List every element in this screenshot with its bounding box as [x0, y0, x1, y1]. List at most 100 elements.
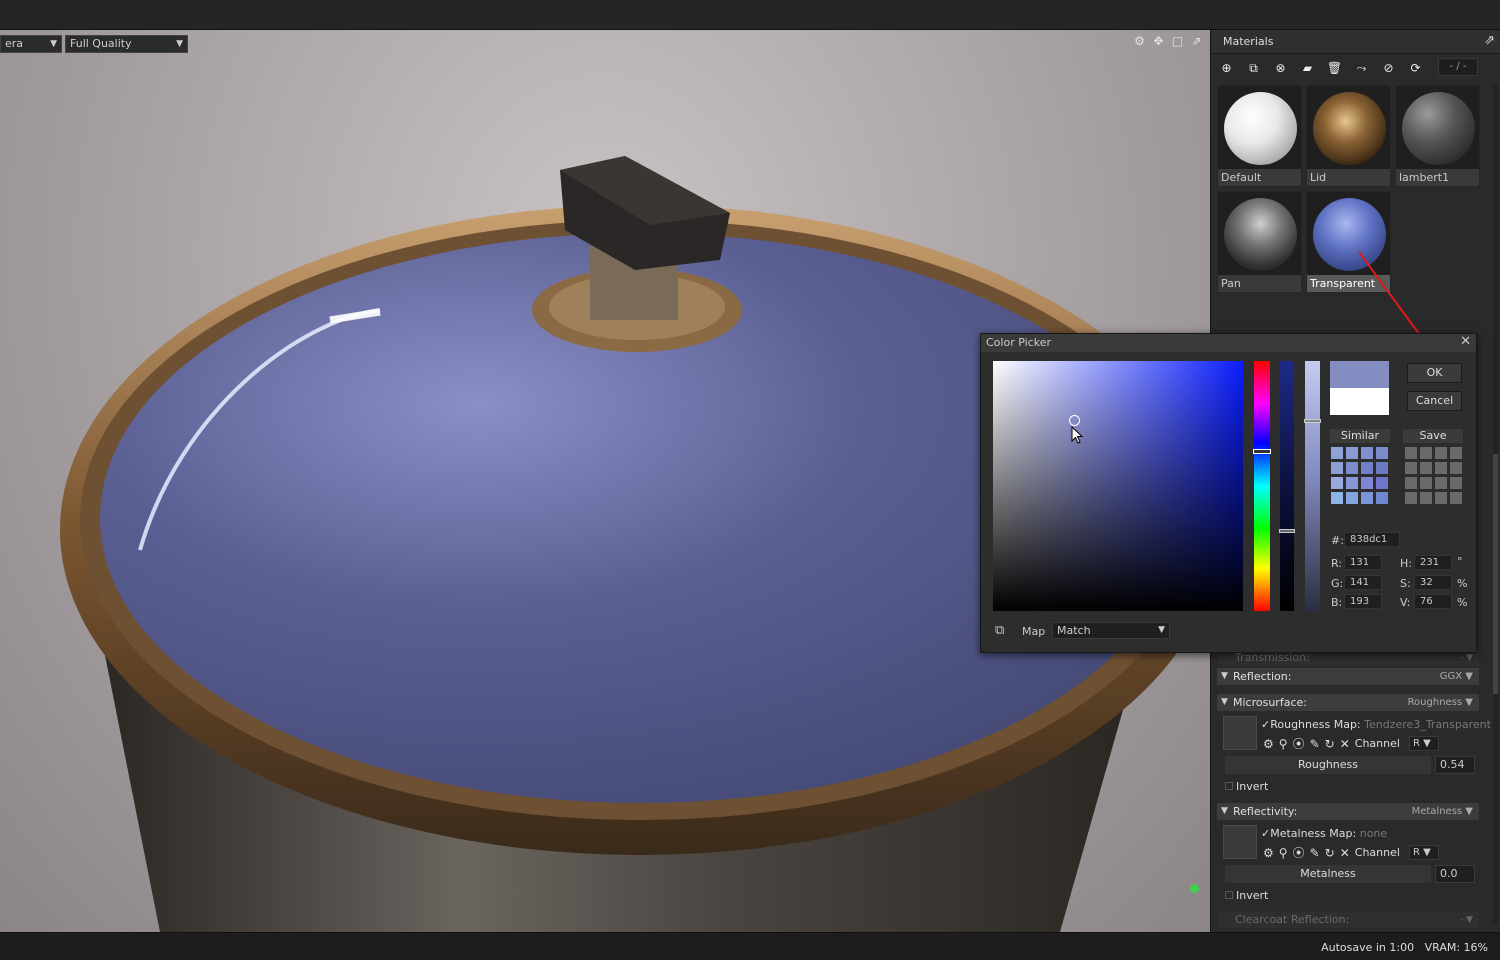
- search-icon[interactable]: ⚲: [1279, 846, 1288, 860]
- cancel-button[interactable]: Cancel: [1407, 391, 1462, 411]
- microsurface-section[interactable]: ▼ Microsurface: Roughness ▼: [1217, 694, 1479, 711]
- color-slider-handle[interactable]: [1279, 529, 1295, 533]
- similar-swatch[interactable]: [1331, 447, 1343, 459]
- material-thumb-transparent[interactable]: Transparent: [1306, 191, 1391, 293]
- saved-swatch[interactable]: [1450, 492, 1462, 504]
- search-icon[interactable]: ⚲: [1279, 737, 1288, 751]
- saved-swatch[interactable]: [1450, 447, 1462, 459]
- r-input[interactable]: 131: [1344, 555, 1382, 570]
- color-picker-dialog[interactable]: Color Picker ✕ OK Cancel Similar Save #:…: [980, 333, 1477, 653]
- material-thumb-pan[interactable]: Pan: [1217, 191, 1302, 293]
- similar-swatch[interactable]: [1361, 477, 1373, 489]
- close-icon[interactable]: ✕: [1460, 334, 1471, 349]
- gear-icon[interactable]: ⚙: [1263, 737, 1274, 751]
- dialog-titlebar[interactable]: Color Picker ✕: [981, 334, 1476, 352]
- hue-slider-handle[interactable]: [1253, 449, 1271, 454]
- map-picker-icon[interactable]: ⧉: [995, 623, 1004, 638]
- check-icon[interactable]: ⊘: [1379, 59, 1398, 78]
- similar-swatch[interactable]: [1346, 477, 1358, 489]
- roughness-invert[interactable]: Invert: [1225, 780, 1268, 793]
- add-material-icon[interactable]: ⊕: [1217, 59, 1236, 78]
- gear-icon[interactable]: ⚙: [1263, 846, 1274, 860]
- pencil-icon[interactable]: ✎: [1310, 846, 1320, 860]
- similar-swatch[interactable]: [1361, 447, 1373, 459]
- close-icon[interactable]: ✕: [1340, 846, 1350, 860]
- checkbox[interactable]: [1225, 782, 1233, 790]
- similar-swatch[interactable]: [1376, 462, 1388, 474]
- clearcoat-row[interactable]: Clearcoat Reflection: - ▼: [1219, 912, 1479, 928]
- saved-swatch[interactable]: [1420, 492, 1432, 504]
- saved-swatch[interactable]: [1435, 447, 1447, 459]
- h-input[interactable]: 231: [1414, 555, 1452, 570]
- saturation-value-field[interactable]: [993, 361, 1243, 611]
- s-input[interactable]: 32: [1414, 575, 1452, 590]
- similar-swatch[interactable]: [1346, 447, 1358, 459]
- similar-swatch[interactable]: [1331, 492, 1343, 504]
- ok-button[interactable]: OK: [1407, 363, 1462, 383]
- save-button[interactable]: Save: [1403, 429, 1463, 443]
- hue-slider[interactable]: [1254, 361, 1270, 611]
- saved-swatch[interactable]: [1420, 447, 1432, 459]
- sv-picker-handle[interactable]: [1069, 415, 1080, 426]
- material-thumb-default[interactable]: Default: [1217, 85, 1302, 187]
- panel-scrollbar[interactable]: [1493, 84, 1498, 924]
- popout-icon[interactable]: ⇗: [1189, 34, 1204, 49]
- scrollbar-thumb[interactable]: [1493, 454, 1498, 694]
- saved-swatch[interactable]: [1450, 462, 1462, 474]
- saved-swatch[interactable]: [1405, 492, 1417, 504]
- v-input[interactable]: 76: [1414, 594, 1452, 609]
- metalness-slider[interactable]: Metalness: [1225, 865, 1431, 883]
- similar-swatch[interactable]: [1346, 492, 1358, 504]
- channel-select[interactable]: R ▼: [1408, 736, 1439, 751]
- quality-select[interactable]: Full Quality ▼: [65, 35, 188, 53]
- similar-swatch[interactable]: [1361, 492, 1373, 504]
- metalness-invert[interactable]: Invert: [1225, 889, 1268, 902]
- map-select[interactable]: Match ▼: [1052, 622, 1170, 639]
- camera-select[interactable]: era ▼: [0, 35, 62, 53]
- reload-icon[interactable]: ↻: [1325, 846, 1335, 860]
- roughness-map-swatch[interactable]: [1223, 716, 1257, 750]
- similar-swatch[interactable]: [1346, 462, 1358, 474]
- value-slider[interactable]: [1305, 361, 1320, 611]
- hex-input[interactable]: 838dc1: [1344, 532, 1400, 547]
- folder-icon[interactable]: ▰: [1298, 59, 1317, 78]
- roughness-value[interactable]: 0.54: [1435, 756, 1475, 774]
- pencil-icon[interactable]: ✎: [1310, 737, 1320, 751]
- value-slider-handle[interactable]: [1304, 419, 1321, 423]
- page-field[interactable]: - / -: [1438, 58, 1478, 76]
- select-icon[interactable]: ⤳: [1352, 59, 1371, 78]
- saved-swatch[interactable]: [1405, 462, 1417, 474]
- similar-swatch[interactable]: [1376, 447, 1388, 459]
- roughness-slider[interactable]: Roughness: [1225, 756, 1431, 774]
- saved-swatch[interactable]: [1450, 477, 1462, 489]
- g-input[interactable]: 141: [1344, 575, 1382, 590]
- saved-swatch[interactable]: [1435, 492, 1447, 504]
- checkbox[interactable]: [1225, 891, 1233, 899]
- merge-icon[interactable]: ⊗: [1271, 59, 1290, 78]
- popout-icon[interactable]: ⇗: [1484, 33, 1495, 48]
- metalness-map-swatch[interactable]: [1223, 825, 1257, 859]
- similar-swatch[interactable]: [1376, 492, 1388, 504]
- metalness-map-row[interactable]: ✓Metalness Map: none: [1261, 827, 1387, 840]
- saved-swatch[interactable]: [1405, 477, 1417, 489]
- move-icon[interactable]: ✥: [1151, 34, 1166, 49]
- roughness-map-row[interactable]: ✓Roughness Map: Tendzere3_Transparent: [1261, 718, 1491, 731]
- close-icon[interactable]: ✕: [1340, 737, 1350, 751]
- saved-swatch[interactable]: [1420, 462, 1432, 474]
- channel-select[interactable]: R ▼: [1408, 845, 1439, 860]
- material-thumb-lambert1[interactable]: lambert1: [1395, 85, 1480, 187]
- material-thumb-lid[interactable]: Lid: [1306, 85, 1391, 187]
- similar-swatch[interactable]: [1331, 477, 1343, 489]
- similar-swatch[interactable]: [1376, 477, 1388, 489]
- eyedropper-icon[interactable]: ⦿: [1293, 844, 1305, 861]
- metalness-value[interactable]: 0.0: [1435, 865, 1475, 883]
- b-input[interactable]: 193: [1344, 594, 1382, 609]
- saved-swatch[interactable]: [1435, 462, 1447, 474]
- previous-color-preview[interactable]: [1330, 388, 1389, 415]
- gear-icon[interactable]: ⚙: [1132, 34, 1147, 49]
- eyedropper-icon[interactable]: ⦿: [1293, 735, 1305, 752]
- reload-icon[interactable]: ↻: [1325, 737, 1335, 751]
- saved-swatch[interactable]: [1435, 477, 1447, 489]
- similar-swatch[interactable]: [1361, 462, 1373, 474]
- saved-swatch[interactable]: [1405, 447, 1417, 459]
